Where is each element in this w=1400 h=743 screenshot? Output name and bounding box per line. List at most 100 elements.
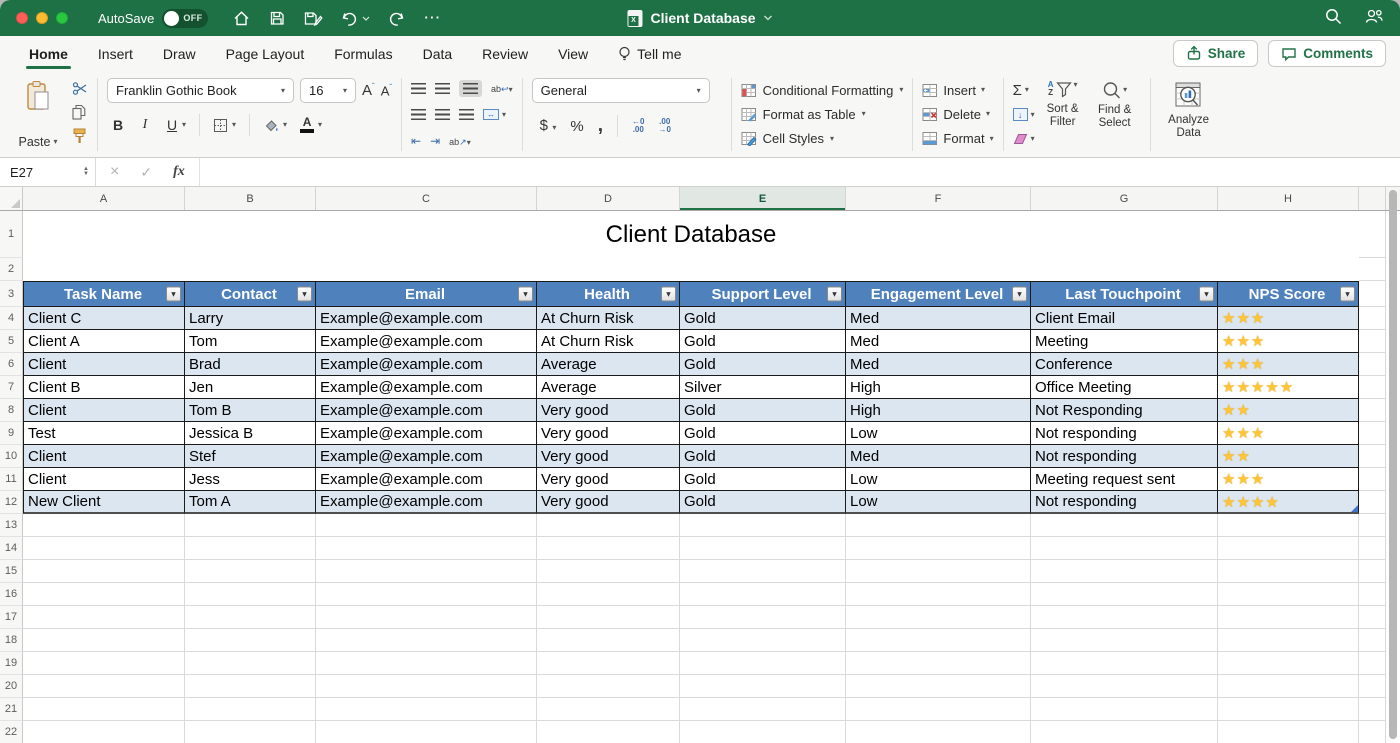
save-icon[interactable]: [268, 9, 286, 27]
name-box-stepper[interactable]: ▲▼: [83, 167, 89, 177]
cell-C5[interactable]: Example@example.com: [316, 330, 537, 353]
increase-decimal-button[interactable]: ←0.00: [632, 118, 644, 135]
cell-F18[interactable]: [846, 629, 1031, 652]
cell-H7[interactable]: ★★★★★: [1218, 376, 1359, 399]
cell-H4[interactable]: ★★★: [1218, 307, 1359, 330]
row-header-18[interactable]: 18: [0, 629, 23, 652]
cell-extra-5[interactable]: [1359, 330, 1386, 353]
row-header-12[interactable]: 12: [0, 491, 23, 514]
autosum-button[interactable]: Σ▾: [1013, 80, 1035, 100]
cell-D2[interactable]: [537, 258, 680, 281]
cell-G19[interactable]: [1031, 652, 1218, 675]
cell-C6[interactable]: Example@example.com: [316, 353, 537, 376]
cell-G16[interactable]: [1031, 583, 1218, 606]
cell-F12[interactable]: Low: [846, 491, 1031, 514]
tab-review[interactable]: Review: [480, 38, 530, 69]
comma-style-button[interactable]: ,: [598, 121, 603, 131]
cell-A3[interactable]: Task Name▾: [23, 281, 185, 307]
cell-B20[interactable]: [185, 675, 316, 698]
cell-G4[interactable]: Client Email: [1031, 307, 1218, 330]
cell-B12[interactable]: Tom A: [185, 491, 316, 514]
cell-C9[interactable]: Example@example.com: [316, 422, 537, 445]
cell-B19[interactable]: [185, 652, 316, 675]
cell-E17[interactable]: [680, 606, 846, 629]
search-icon[interactable]: [1324, 7, 1342, 30]
minimize-button[interactable]: [36, 12, 48, 24]
borders-button[interactable]: ▾: [213, 118, 236, 133]
font-color-button[interactable]: A▾: [300, 117, 322, 133]
column-header-F[interactable]: F: [846, 187, 1031, 210]
cell-C4[interactable]: Example@example.com: [316, 307, 537, 330]
tab-insert[interactable]: Insert: [96, 38, 135, 69]
cell-C2[interactable]: [316, 258, 537, 281]
grow-font-button[interactable]: Aˆ: [362, 82, 375, 99]
cell-D14[interactable]: [537, 537, 680, 560]
cell-C20[interactable]: [316, 675, 537, 698]
cell-D5[interactable]: At Churn Risk: [537, 330, 680, 353]
cell-extra-2[interactable]: [1359, 258, 1386, 281]
cell-extra-6[interactable]: [1359, 353, 1386, 376]
filter-button[interactable]: ▾: [166, 287, 181, 302]
tab-formulas[interactable]: Formulas: [332, 38, 394, 69]
filter-button[interactable]: ▾: [297, 287, 312, 302]
row-header-8[interactable]: 8: [0, 399, 23, 422]
cell-extra-4[interactable]: [1359, 307, 1386, 330]
cell-F11[interactable]: Low: [846, 468, 1031, 491]
filter-button[interactable]: ▾: [661, 287, 676, 302]
cell-A6[interactable]: Client: [23, 353, 185, 376]
insert-cells-button[interactable]: Insert▾: [922, 78, 993, 102]
cell-G6[interactable]: Conference: [1031, 353, 1218, 376]
cell-E22[interactable]: [680, 721, 846, 743]
cell-F9[interactable]: Low: [846, 422, 1031, 445]
cell-A9[interactable]: Test: [23, 422, 185, 445]
delete-cells-button[interactable]: Delete▾: [922, 102, 993, 126]
decrease-indent-icon[interactable]: ⇤: [411, 134, 421, 148]
cell-G14[interactable]: [1031, 537, 1218, 560]
cell-styles-button[interactable]: Cell Styles▾: [741, 127, 904, 151]
align-left-icon[interactable]: [411, 109, 426, 120]
cell-G10[interactable]: Not responding: [1031, 445, 1218, 468]
cell-H16[interactable]: [1218, 583, 1359, 606]
cell-D7[interactable]: Average: [537, 376, 680, 399]
cell-F10[interactable]: Med: [846, 445, 1031, 468]
row-header-14[interactable]: 14: [0, 537, 23, 560]
cell-C12[interactable]: Example@example.com: [316, 491, 537, 514]
enter-icon[interactable]: ✓: [140, 164, 152, 181]
table-resize-handle[interactable]: [1351, 505, 1358, 512]
cell-D15[interactable]: [537, 560, 680, 583]
cell-F3[interactable]: Engagement Level▾: [846, 281, 1031, 307]
cell-E21[interactable]: [680, 698, 846, 721]
row-header-11[interactable]: 11: [0, 468, 23, 491]
format-cells-button[interactable]: Format▾: [922, 127, 993, 151]
filter-button[interactable]: ▾: [1199, 287, 1214, 302]
tab-page-layout[interactable]: Page Layout: [224, 38, 307, 69]
comments-button[interactable]: Comments: [1268, 40, 1386, 67]
cell-E19[interactable]: [680, 652, 846, 675]
cell-E11[interactable]: Gold: [680, 468, 846, 491]
cell-extra-1[interactable]: [1359, 211, 1386, 258]
cell-A13[interactable]: [23, 514, 185, 537]
cell-B21[interactable]: [185, 698, 316, 721]
cancel-icon[interactable]: ×: [110, 163, 119, 181]
cell-E2[interactable]: [680, 258, 846, 281]
cell-D8[interactable]: Very good: [537, 399, 680, 422]
cell-B4[interactable]: Larry: [185, 307, 316, 330]
cell-extra-8[interactable]: [1359, 399, 1386, 422]
currency-button[interactable]: $ ▾: [540, 117, 557, 135]
cell-B17[interactable]: [185, 606, 316, 629]
cell-H20[interactable]: [1218, 675, 1359, 698]
cell-C21[interactable]: [316, 698, 537, 721]
format-painter-button[interactable]: [72, 128, 88, 149]
cut-button[interactable]: [72, 81, 88, 101]
formula-input[interactable]: [200, 158, 1400, 186]
cell-A2[interactable]: [23, 258, 185, 281]
clear-button[interactable]: ▾: [1013, 129, 1035, 149]
cell-H12[interactable]: ★★★★: [1218, 491, 1359, 514]
align-top-icon[interactable]: [411, 83, 426, 94]
share-button[interactable]: Share: [1173, 40, 1259, 67]
cell-A14[interactable]: [23, 537, 185, 560]
cell-F2[interactable]: [846, 258, 1031, 281]
cell-A22[interactable]: [23, 721, 185, 743]
column-header-C[interactable]: C: [316, 187, 537, 210]
tab-draw[interactable]: Draw: [161, 38, 198, 69]
